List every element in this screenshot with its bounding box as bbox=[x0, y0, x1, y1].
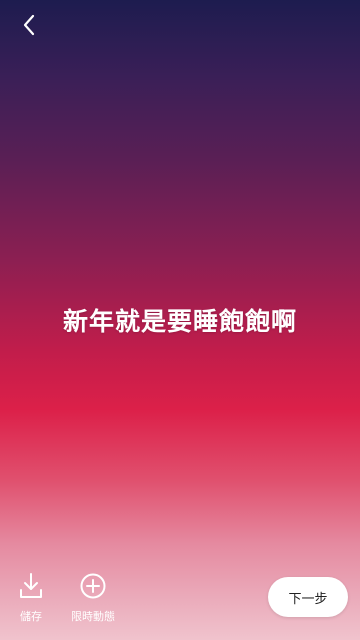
plus-circle-icon bbox=[79, 572, 107, 604]
next-button[interactable]: 下一步 bbox=[268, 577, 348, 617]
download-icon bbox=[18, 572, 44, 604]
add-to-story-button[interactable]: 限時動態 bbox=[66, 572, 120, 624]
save-button[interactable]: 儲存 bbox=[14, 572, 48, 624]
next-button-label: 下一步 bbox=[288, 591, 328, 607]
back-button[interactable] bbox=[16, 12, 42, 42]
story-label: 限時動態 bbox=[71, 610, 115, 623]
chevron-left-icon bbox=[22, 13, 36, 41]
story-text[interactable]: 新年就是要睡飽飽啊 bbox=[0, 302, 360, 338]
save-label: 儲存 bbox=[20, 610, 42, 623]
